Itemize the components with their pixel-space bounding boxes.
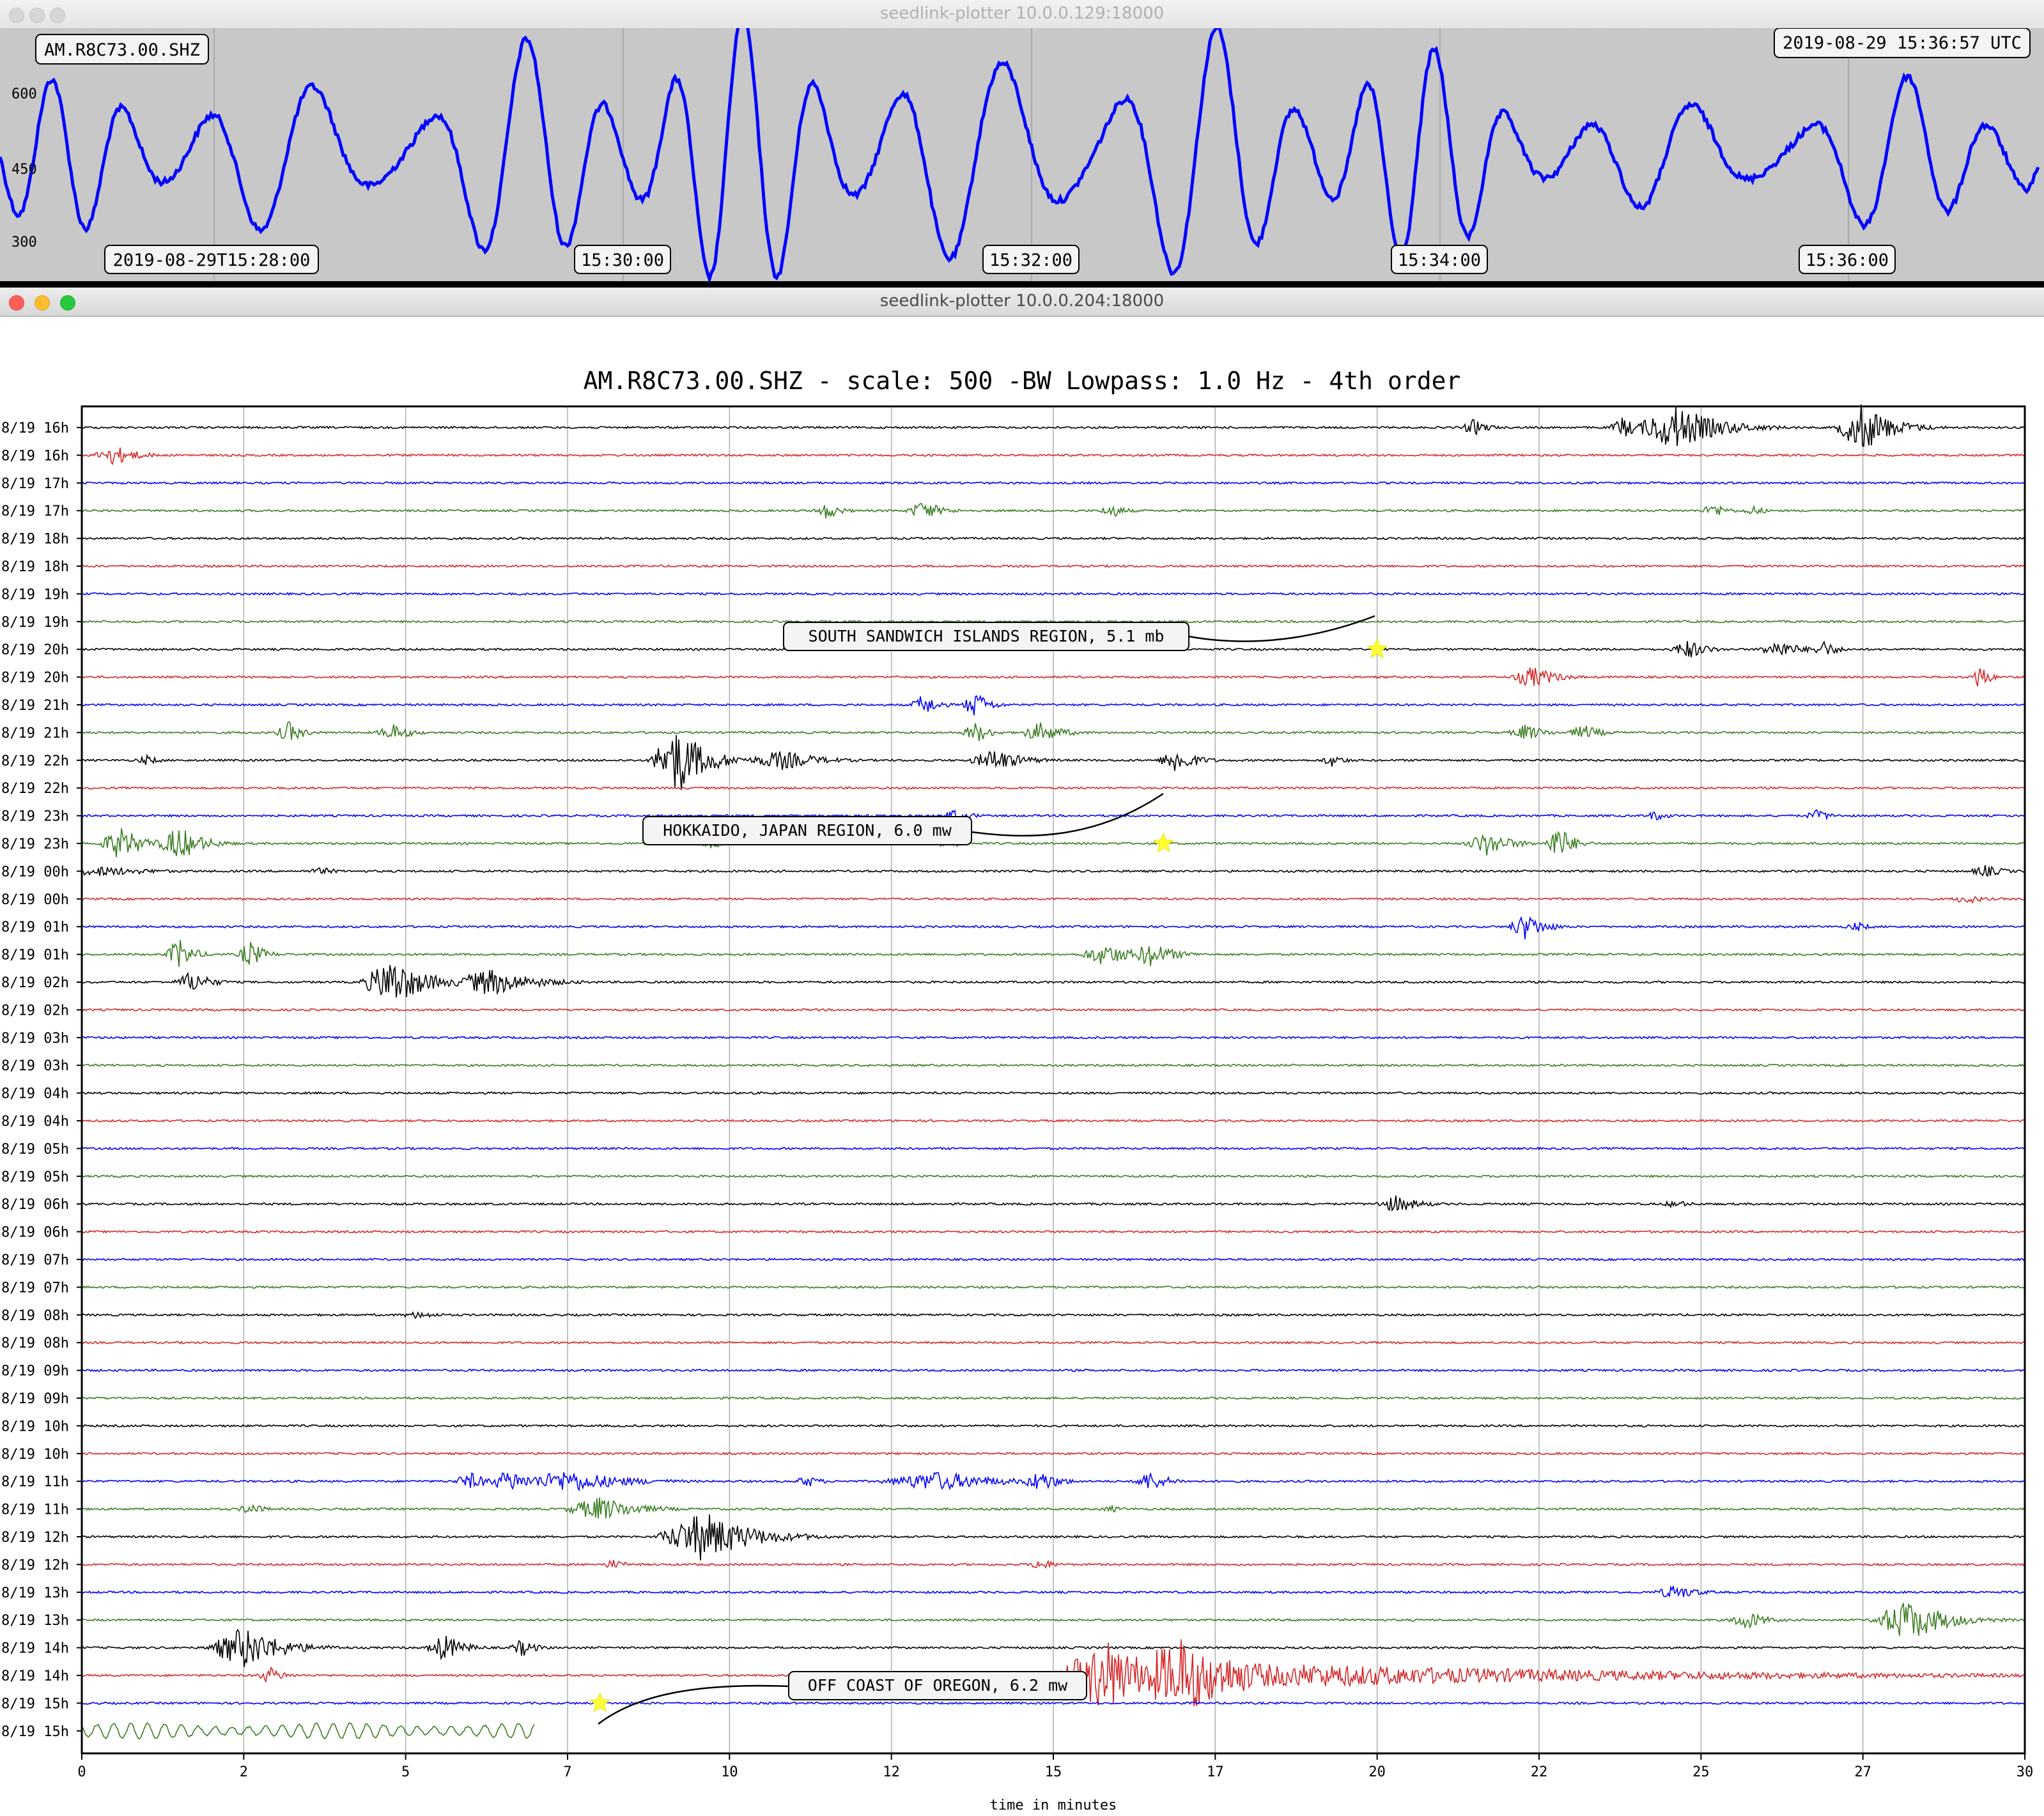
row-time-label: 8/19 02h bbox=[1, 1003, 69, 1019]
row-time-label: 8/19 21h bbox=[1, 725, 69, 741]
row-time-label: 8/19 12h bbox=[1, 1530, 69, 1546]
row-time-label: 8/19 19h bbox=[1, 587, 69, 603]
x-tick-label: 30 bbox=[2017, 1764, 2034, 1780]
x-tick-box: 2019-08-29T15:28:00 bbox=[104, 245, 319, 274]
row-time-label: 8/19 23h bbox=[1, 836, 69, 852]
row-time-label: 8/19 06h bbox=[1, 1197, 69, 1213]
row-time-label: 8/19 15h bbox=[1, 1696, 69, 1712]
x-tick-label: 2019-08-29T15:28:00 bbox=[113, 250, 311, 270]
row-time-label: 8/19 05h bbox=[1, 1169, 69, 1185]
window-title: seedlink-plotter 10.0.0.129:18000 bbox=[879, 4, 1165, 23]
row-time-label: 8/19 09h bbox=[1, 1391, 69, 1407]
x-tick-label: 7 bbox=[563, 1764, 571, 1780]
window-title: seedlink-plotter 10.0.0.204:18000 bbox=[879, 291, 1165, 311]
row-time-label: 8/19 20h bbox=[1, 642, 69, 658]
x-tick-box: 15:36:00 bbox=[1799, 245, 1896, 274]
x-tick-label: 15:36:00 bbox=[1806, 250, 1889, 270]
y-tick-label: 450 bbox=[12, 162, 37, 178]
row-time-label: 8/19 22h bbox=[1, 781, 69, 797]
row-time-label: 8/19 08h bbox=[1, 1308, 69, 1324]
event-label: SOUTH SANDWICH ISLANDS REGION, 5.1 mb bbox=[809, 627, 1165, 645]
main-window-titlebar[interactable]: seedlink-plotter 10.0.0.204:18000 bbox=[0, 288, 2044, 317]
row-time-label: 8/19 07h bbox=[1, 1252, 69, 1268]
y-tick-label: 300 bbox=[12, 235, 37, 250]
x-tick-box: 15:30:00 bbox=[574, 245, 671, 274]
x-tick-label: 5 bbox=[401, 1764, 410, 1780]
top-window-titlebar[interactable]: seedlink-plotter 10.0.0.129:18000 bbox=[0, 0, 2044, 29]
row-time-label: 8/19 01h bbox=[1, 948, 69, 964]
row-time-label: 8/19 04h bbox=[1, 1086, 69, 1102]
row-time-label: 8/19 17h bbox=[1, 476, 69, 492]
row-time-label: 8/19 08h bbox=[1, 1335, 69, 1351]
event-label: OFF COAST OF OREGON, 6.2 mw bbox=[808, 1676, 1068, 1695]
row-time-label: 8/19 03h bbox=[1, 1031, 69, 1047]
x-tick-label: 2 bbox=[240, 1764, 248, 1780]
x-tick-label: 15:30:00 bbox=[581, 250, 664, 270]
row-time-label: 8/19 14h bbox=[1, 1668, 69, 1684]
top-plotter-window: seedlink-plotter 10.0.0.129:18000 600 45… bbox=[0, 0, 2044, 288]
row-time-label: 8/19 12h bbox=[1, 1557, 69, 1573]
helicorder-plot: AM.R8C73.00.SHZ - scale: 500 -BW Lowpass… bbox=[1, 367, 2034, 1813]
row-time-label: 8/19 23h bbox=[1, 809, 69, 825]
x-tick-box: 15:32:00 bbox=[982, 245, 1080, 274]
row-time-label: 8/19 16h bbox=[1, 448, 69, 464]
row-time-label: 8/19 11h bbox=[1, 1474, 69, 1490]
row-time-label: 8/19 16h bbox=[1, 420, 69, 436]
x-tick-label: 15:34:00 bbox=[1398, 250, 1481, 270]
row-time-label: 8/19 10h bbox=[1, 1419, 69, 1435]
seismic-trace-row bbox=[81, 1722, 535, 1740]
row-time-label: 8/19 04h bbox=[1, 1114, 69, 1130]
row-time-label: 8/19 02h bbox=[1, 975, 69, 991]
annotation-connector bbox=[1188, 615, 1375, 642]
x-tick-label: 17 bbox=[1207, 1764, 1224, 1780]
row-time-label: 8/19 18h bbox=[1, 559, 69, 575]
row-time-label: 8/19 01h bbox=[1, 920, 69, 935]
x-tick-box: 15:34:00 bbox=[1391, 245, 1488, 274]
row-time-label: 8/19 20h bbox=[1, 670, 69, 686]
row-time-label: 8/19 13h bbox=[1, 1613, 69, 1629]
row-time-label: 8/19 10h bbox=[1, 1447, 69, 1463]
x-tick-label: 22 bbox=[1531, 1764, 1548, 1780]
row-time-label: 8/19 05h bbox=[1, 1141, 69, 1157]
main-plotter-window: seedlink-plotter 10.0.0.204:18000 AM.R8C… bbox=[0, 288, 2044, 1816]
x-tick-label: 27 bbox=[1854, 1764, 1871, 1780]
row-time-label: 8/19 06h bbox=[1, 1225, 69, 1241]
x-tick-label: 0 bbox=[77, 1764, 86, 1780]
plot-title: AM.R8C73.00.SHZ - scale: 500 -BW Lowpass… bbox=[584, 367, 1461, 395]
x-tick-label: 20 bbox=[1368, 1764, 1386, 1780]
row-time-label: 8/19 19h bbox=[1, 615, 69, 631]
event-star-marker bbox=[589, 1692, 611, 1712]
event-annotation: OFF COAST OF OREGON, 6.2 mw bbox=[589, 1671, 1087, 1725]
row-time-label: 8/19 17h bbox=[1, 504, 69, 519]
trace-label: AM.R8C73.00.SHZ bbox=[44, 40, 200, 60]
timestamp-label: 2019-08-29 15:36:57 UTC bbox=[1783, 33, 2022, 53]
row-time-label: 8/19 00h bbox=[1, 864, 69, 880]
event-star-marker bbox=[1152, 832, 1174, 852]
annotation-connector bbox=[598, 1684, 789, 1725]
row-time-label: 8/19 03h bbox=[1, 1058, 69, 1074]
row-time-label: 8/19 14h bbox=[1, 1641, 69, 1657]
trace-label-box: AM.R8C73.00.SHZ bbox=[35, 34, 209, 65]
row-time-label: 8/19 22h bbox=[1, 753, 69, 769]
live-trace-plot: 600 450 300 AM.R8C73.00.SHZ 2019-08-29 1… bbox=[0, 28, 2044, 281]
row-time-label: 8/19 21h bbox=[1, 698, 69, 714]
x-axis-label: time in minutes bbox=[990, 1797, 1117, 1813]
x-tick-label: 15:32:00 bbox=[989, 250, 1072, 270]
row-time-label: 8/19 07h bbox=[1, 1280, 69, 1296]
row-time-label: 8/19 15h bbox=[1, 1724, 69, 1740]
x-tick-label: 10 bbox=[721, 1764, 738, 1780]
timestamp-box: 2019-08-29 15:36:57 UTC bbox=[1774, 28, 2031, 58]
x-tick-label: 25 bbox=[1692, 1764, 1710, 1780]
row-time-label: 8/19 00h bbox=[1, 892, 69, 908]
event-label: HOKKAIDO, JAPAN REGION, 6.0 mw bbox=[663, 821, 952, 840]
x-tick-label: 12 bbox=[883, 1764, 900, 1780]
row-time-label: 8/19 09h bbox=[1, 1364, 69, 1380]
row-time-label: 8/19 11h bbox=[1, 1502, 69, 1518]
x-tick-label: 15 bbox=[1045, 1764, 1062, 1780]
plot-background bbox=[0, 28, 2044, 281]
row-time-label: 8/19 18h bbox=[1, 532, 69, 548]
y-tick-label: 600 bbox=[12, 86, 37, 102]
row-time-label: 8/19 13h bbox=[1, 1585, 69, 1601]
